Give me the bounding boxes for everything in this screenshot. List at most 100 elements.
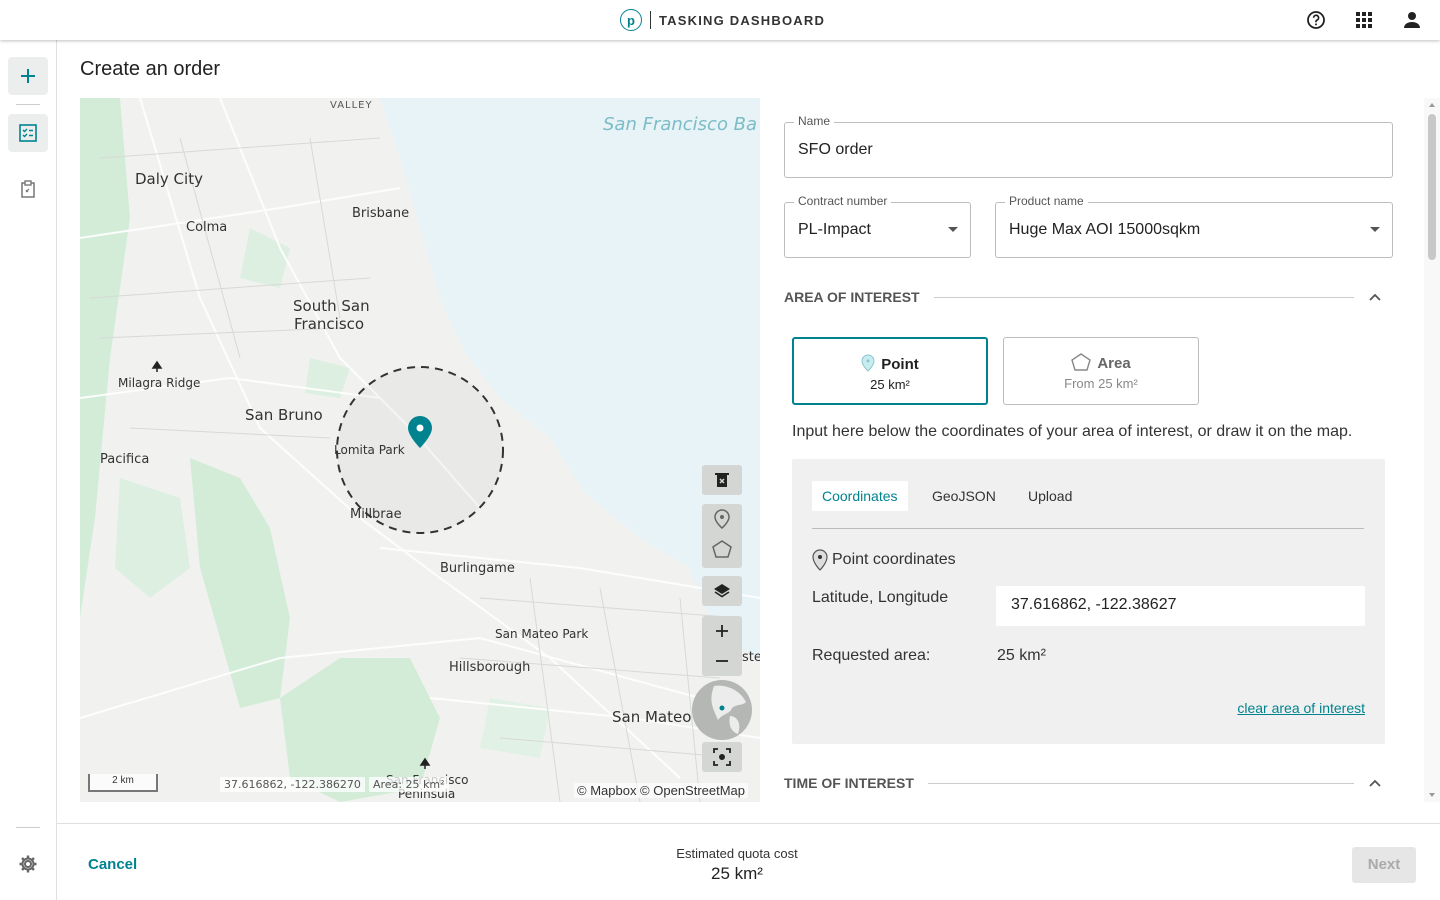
chevron-down-icon <box>1370 227 1380 232</box>
aoi-type-point-sub: 25 km² <box>870 377 910 392</box>
globe-minimap[interactable] <box>692 680 752 740</box>
new-order-button[interactable] <box>8 57 48 95</box>
map-label-burlingame: Burlingame <box>440 561 515 576</box>
quota-label: Estimated quota cost <box>676 846 798 861</box>
latlon-label: Latitude, Longitude <box>812 589 949 606</box>
plus-icon <box>21 69 35 83</box>
map-label-san-mateo-park: San Mateo Park <box>495 627 589 641</box>
aoi-type-point-card[interactable]: Point 25 km² <box>792 337 988 405</box>
tab-upload[interactable]: Upload <box>1018 481 1082 511</box>
map-label-ssf-1: South San <box>293 297 370 315</box>
app-title: TASKING DASHBOARD <box>659 12 826 28</box>
map-label-brisbane: Brisbane <box>352 206 410 221</box>
map-scale-bar: 2 km <box>88 774 158 792</box>
clear-aoi-link[interactable]: clear area of interest <box>1237 700 1365 716</box>
cancel-button[interactable]: Cancel <box>88 856 137 873</box>
help-icon[interactable] <box>1304 8 1328 32</box>
map-label-hillsborough: Hillsborough <box>449 660 531 675</box>
contract-number-label: Contract number <box>794 194 892 208</box>
aoi-type-area-title: Area <box>1004 353 1198 372</box>
chevron-up-icon[interactable] <box>1368 776 1382 790</box>
brand-logo-icon: p <box>620 9 642 31</box>
map-label-lomita-park: Lomita Park <box>334 443 405 457</box>
map-canvas[interactable]: VALLEY San Francisco Ba Daly City Colma … <box>80 98 760 802</box>
area-label: Area <box>1097 355 1131 372</box>
settings-gear-icon <box>19 855 37 873</box>
latlon-value: 37.616862, -122.38627 <box>1011 596 1177 613</box>
aoi-input-tabs: Coordinates GeoJSON Upload <box>812 481 1364 529</box>
brand-separator <box>650 11 651 29</box>
left-nav-rail <box>0 40 57 900</box>
page-title: Create an order <box>80 58 221 80</box>
reports-button[interactable] <box>8 170 48 208</box>
top-app-bar: p TASKING DASHBOARD <box>0 0 1440 40</box>
brand[interactable]: p TASKING DASHBOARD <box>620 9 825 31</box>
name-label: Name <box>794 114 835 128</box>
product-name-value: Huge Max AOI 15000sqkm <box>1009 221 1201 238</box>
order-form: Name SFO order Contract number PL-Impact… <box>784 98 1410 802</box>
delete-shape-icon <box>702 465 742 495</box>
name-field[interactable]: Name SFO order <box>784 114 1393 178</box>
recenter-icon <box>713 748 731 766</box>
zoom-out-button[interactable] <box>702 646 742 676</box>
recenter-button[interactable] <box>702 742 742 772</box>
map-label-valley: VALLEY <box>330 100 373 111</box>
rail-divider <box>16 104 40 105</box>
name-value[interactable]: SFO order <box>798 141 873 159</box>
point-tool-button[interactable] <box>702 504 742 534</box>
orders-button[interactable] <box>8 114 48 152</box>
cursor-coordinates: 37.616862, -122.386270 <box>220 777 365 792</box>
map-attribution[interactable]: © Mapbox © OpenStreetMap <box>574 783 749 798</box>
zoom-in-icon <box>716 625 728 637</box>
layers-button[interactable] <box>702 576 742 606</box>
orders-checklist-icon <box>19 124 37 142</box>
account-icon[interactable] <box>1400 8 1424 32</box>
point-coordinates-title: Point coordinates <box>832 551 956 568</box>
section-divider <box>927 782 1354 784</box>
toi-section-header[interactable]: TIME OF INTEREST <box>784 773 1394 793</box>
point-label: Point <box>881 356 919 373</box>
product-name-select[interactable]: Product name Huge Max AOI 15000sqkm <box>995 194 1393 258</box>
zoom-controls <box>702 616 742 676</box>
delete-shape-button[interactable] <box>702 465 742 495</box>
zoom-out-icon <box>716 660 728 662</box>
map-pin-icon <box>812 549 828 571</box>
aoi-section-title: AREA OF INTEREST <box>784 289 920 305</box>
contract-number-select[interactable]: Contract number PL-Impact <box>784 194 971 258</box>
scrollbar-thumb[interactable] <box>1428 114 1436 260</box>
chevron-up-icon[interactable] <box>1368 290 1382 304</box>
zoom-in-button[interactable] <box>702 616 742 646</box>
tab-coordinates[interactable]: Coordinates <box>812 481 908 511</box>
aoi-section-header[interactable]: AREA OF INTEREST <box>784 287 1394 307</box>
map-label-bay: San Francisco Ba <box>603 114 758 135</box>
section-divider <box>933 296 1354 298</box>
footer-bar: Cancel Estimated quota cost 25 km² Next <box>57 823 1440 900</box>
next-button[interactable]: Next <box>1352 847 1416 883</box>
quota-value: 25 km² <box>711 864 763 883</box>
clipboard-icon <box>21 180 35 198</box>
requested-area-value: 25 km² <box>997 647 1046 664</box>
requested-area-label: Requested area: <box>812 647 931 664</box>
settings-button[interactable] <box>8 845 48 883</box>
product-name-label: Product name <box>1005 194 1088 208</box>
aoi-instructions: Input here below the coordinates of your… <box>792 423 1353 440</box>
map-area-readout: Area: 25 km² <box>369 777 449 792</box>
form-scrollbar[interactable] <box>1424 98 1440 802</box>
map-label-colma: Colma <box>186 220 228 235</box>
point-pin-icon <box>861 354 875 372</box>
map-tiles <box>80 98 760 802</box>
contract-number-value: PL-Impact <box>798 221 871 238</box>
aoi-type-point-title: Point <box>794 354 986 373</box>
aoi-type-area-card[interactable]: Area From 25 km² <box>1003 337 1199 405</box>
draw-tools-group <box>702 504 742 568</box>
aoi-input-panel: Coordinates GeoJSON Upload Point coordin… <box>792 459 1385 744</box>
tab-geojson[interactable]: GeoJSON <box>922 481 1006 511</box>
chevron-down-icon <box>948 227 958 232</box>
aoi-type-area-sub: From 25 km² <box>1064 376 1138 391</box>
apps-grid-icon[interactable] <box>1352 8 1376 32</box>
latlon-input[interactable]: 37.616862, -122.38627 <box>996 586 1365 626</box>
layers-icon <box>702 576 742 606</box>
polygon-tool-button[interactable] <box>702 534 742 564</box>
map-label-partial: ste <box>742 650 760 665</box>
scroll-up-icon <box>1429 103 1435 107</box>
